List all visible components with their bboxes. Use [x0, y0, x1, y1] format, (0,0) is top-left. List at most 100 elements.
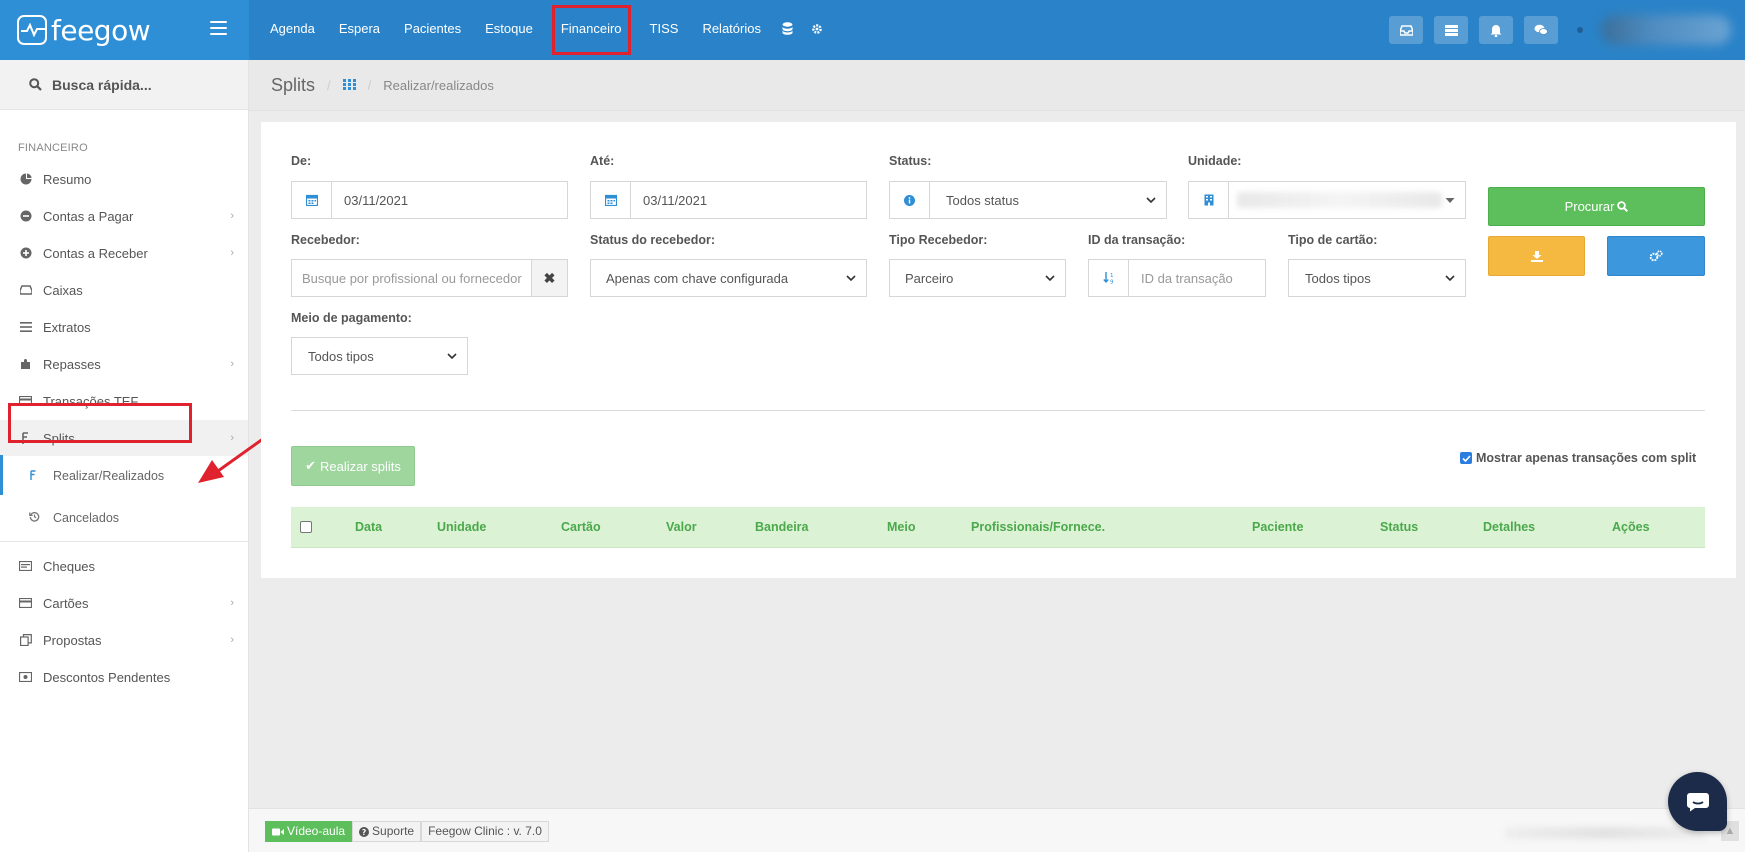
column-profissionais[interactable]: Profissionais/Fornece. — [971, 520, 1105, 534]
column-valor[interactable]: Valor — [666, 520, 697, 534]
column-paciente[interactable]: Paciente — [1252, 520, 1303, 534]
breadcrumb-separator: / — [367, 77, 372, 93]
sidebar-item-propostas[interactable]: Propostas › — [0, 622, 248, 658]
settings-button[interactable] — [1607, 236, 1705, 276]
meio-pagamento-select[interactable]: Todos tipos — [291, 337, 468, 375]
breadcrumb-current: Realizar/realizados — [383, 77, 494, 93]
credit-card-icon — [19, 597, 32, 610]
chat-icon[interactable] — [1524, 16, 1558, 44]
sidebar-item-label: Contas a Pagar — [43, 208, 134, 224]
id-transacao-input[interactable]: 19 ID da transação — [1088, 259, 1266, 297]
tipo-recebedor-label: Tipo Recebedor: — [889, 233, 988, 247]
svg-text:?: ? — [362, 828, 366, 837]
chevron-down-icon — [1146, 197, 1156, 203]
column-unidade[interactable]: Unidade — [437, 520, 486, 534]
sidebar-item-cartoes[interactable]: Cartões › — [0, 585, 248, 621]
brand-area: feegow — [0, 0, 249, 60]
ate-date-field[interactable]: 03/11/2021 — [590, 181, 867, 219]
cogs-icon — [1649, 250, 1663, 262]
chat-widget-button[interactable] — [1668, 772, 1727, 831]
sidebar-subitem-cancelados[interactable]: Cancelados — [0, 499, 248, 537]
id-transacao-placeholder: ID da transação — [1141, 270, 1233, 286]
column-data[interactable]: Data — [355, 520, 382, 534]
sidebar-item-splits[interactable]: Splits › — [0, 420, 248, 456]
version-label: Feegow Clinic : v. 7.0 — [421, 821, 549, 842]
user-menu[interactable] — [1601, 15, 1731, 45]
recebedor-search-field[interactable]: Busque por profissional ou fornecedor ✖ — [291, 259, 568, 297]
svg-text:9: 9 — [1110, 280, 1114, 285]
tipo-cartao-label: Tipo de cartão: — [1288, 233, 1378, 247]
sidebar-item-extratos[interactable]: Extratos — [0, 309, 248, 345]
search-icon — [1617, 201, 1629, 212]
column-meio[interactable]: Meio — [887, 520, 915, 534]
column-acoes[interactable]: Ações — [1612, 520, 1650, 534]
grid-icon[interactable] — [342, 78, 356, 93]
chevron-down-icon: › — [230, 432, 234, 444]
status-recebedor-select[interactable]: Apenas com chave configurada — [590, 259, 867, 297]
logo-text: feegow — [51, 13, 151, 47]
select-all-checkbox[interactable] — [300, 521, 312, 533]
sidebar-item-repasses[interactable]: Repasses › — [0, 346, 248, 382]
nav-pacientes[interactable]: Pacientes — [392, 0, 473, 60]
gear-icon[interactable] — [802, 23, 832, 38]
procurar-button[interactable]: Procurar — [1488, 187, 1705, 226]
bell-icon[interactable] — [1479, 16, 1513, 44]
sidebar-item-contas-a-receber[interactable]: Contas a Receber › — [0, 235, 248, 271]
download-button[interactable] — [1488, 236, 1585, 276]
chevron-right-icon: › — [230, 210, 234, 222]
sidebar-subitem-realizar-realizados[interactable]: Realizar/Realizados — [0, 457, 248, 495]
sidebar-subitem-label: Cancelados — [53, 511, 120, 525]
column-status[interactable]: Status — [1380, 520, 1418, 534]
column-detalhes[interactable]: Detalhes — [1483, 520, 1535, 534]
clear-icon[interactable]: ✖ — [531, 260, 567, 296]
minus-circle-icon — [19, 210, 32, 223]
credit-card-icon — [19, 395, 32, 408]
inbox-icon — [19, 284, 32, 297]
chevron-down-icon — [846, 275, 856, 281]
quick-search[interactable]: Busca rápida... — [0, 60, 248, 110]
sidebar-item-cheques[interactable]: Cheques — [0, 548, 248, 584]
tipo-cartao-select[interactable]: Todos tipos — [1288, 259, 1466, 297]
chevron-down-icon — [1045, 275, 1055, 281]
nav-agenda[interactable]: Agenda — [258, 0, 327, 60]
nav-estoque[interactable]: Estoque — [473, 0, 545, 60]
nav-tiss[interactable]: TISS — [638, 0, 691, 60]
inbox-icon[interactable] — [1389, 16, 1423, 44]
tipo-recebedor-select[interactable]: Parceiro — [889, 259, 1066, 297]
check-icon: ✔ — [305, 458, 316, 473]
calendar-icon — [591, 182, 631, 218]
checkbox-checked-icon[interactable] — [1460, 452, 1472, 464]
database-icon[interactable] — [773, 22, 802, 38]
sort-numeric-icon: 19 — [1089, 260, 1129, 296]
sidebar-item-label: Splits — [43, 430, 75, 446]
de-label: De: — [291, 154, 312, 168]
sidebar-item-caixas[interactable]: Caixas — [0, 272, 248, 308]
sidebar-item-contas-a-pagar[interactable]: Contas a Pagar › — [0, 198, 248, 234]
hamburger-menu-icon[interactable] — [210, 21, 227, 35]
unidade-select[interactable] — [1188, 181, 1466, 219]
online-status-dot — [1577, 27, 1583, 33]
video-aula-link[interactable]: Vídeo-aula — [265, 821, 353, 842]
nav-relatorios[interactable]: Relatórios — [690, 0, 773, 60]
recebedor-label: Recebedor: — [291, 233, 360, 247]
sidebar-item-label: Contas a Receber — [43, 245, 148, 261]
sidebar-item-transacoes-tef[interactable]: Transações TEF — [0, 383, 248, 419]
status-select[interactable]: Todos status — [889, 181, 1167, 219]
column-bandeira[interactable]: Bandeira — [755, 520, 809, 534]
list-icon[interactable] — [1434, 16, 1468, 44]
nav-espera[interactable]: Espera — [327, 0, 392, 60]
status-value: Todos status — [946, 192, 1019, 208]
building-icon — [1189, 182, 1229, 218]
sidebar-item-resumo[interactable]: Resumo — [0, 161, 248, 197]
logo[interactable]: feegow — [17, 13, 151, 47]
id-transacao-label: ID da transação: — [1088, 233, 1186, 247]
column-cartao[interactable]: Cartão — [561, 520, 601, 534]
realizar-splits-button[interactable]: ✔ Realizar splits — [291, 446, 415, 486]
suporte-link[interactable]: ? Suporte — [352, 821, 422, 842]
table-header: Data Unidade Cartão Valor Bandeira Meio … — [291, 507, 1705, 548]
only-split-checkbox[interactable]: Mostrar apenas transações com split — [1460, 451, 1696, 465]
de-date-field[interactable]: 03/11/2021 — [291, 181, 568, 219]
sidebar-item-descontos-pendentes[interactable]: Descontos Pendentes — [0, 659, 248, 695]
nav-financeiro[interactable]: Financeiro — [547, 0, 636, 60]
question-circle-icon: ? — [359, 826, 370, 837]
